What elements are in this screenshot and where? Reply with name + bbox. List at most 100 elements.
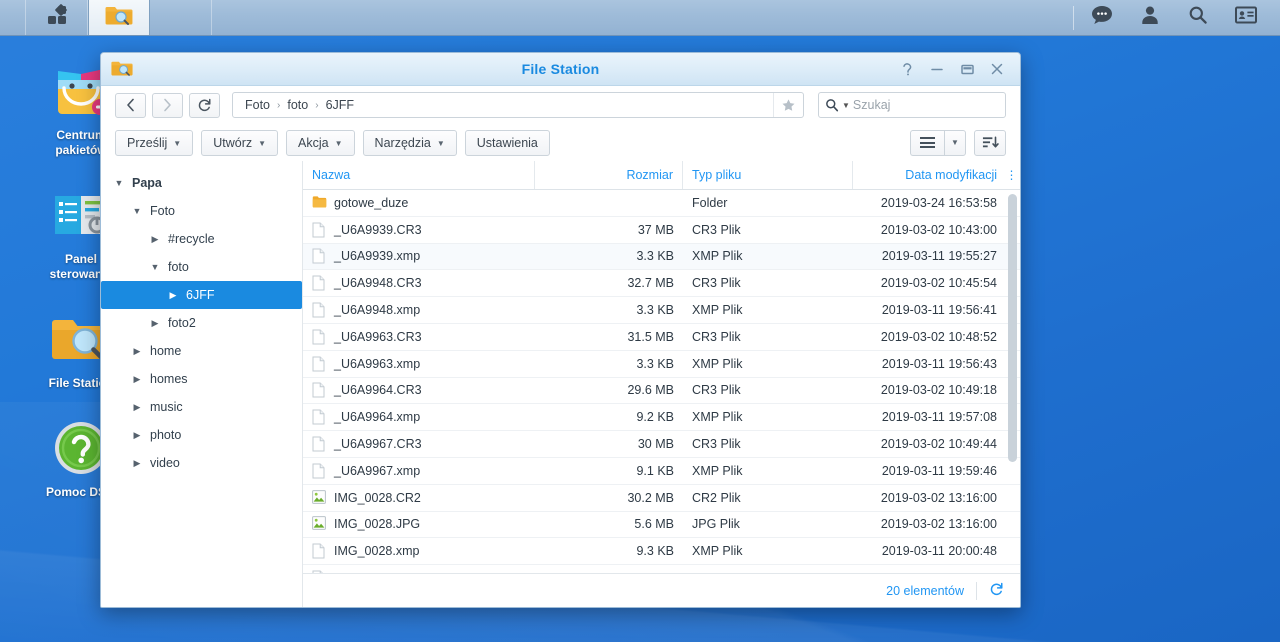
column-header-name[interactable]: Nazwa xyxy=(303,161,535,189)
file-date-cell: 2019-03-02 10:49:18 xyxy=(880,383,997,398)
vertical-scrollbar[interactable] xyxy=(1008,192,1017,571)
help-button[interactable] xyxy=(892,56,922,82)
chevron-right-icon[interactable]: ▶ xyxy=(129,402,145,413)
breadcrumb-segment-foto[interactable]: Foto xyxy=(245,98,270,112)
table-row[interactable]: _U6A9948.CR3 32.7 MB CR3 Plik 2019-03-02 10… xyxy=(303,270,1020,298)
sidebar-item-label: Papa xyxy=(132,176,162,190)
chevron-right-icon[interactable]: ▶ xyxy=(129,430,145,441)
chevron-right-icon[interactable]: ▶ xyxy=(129,374,145,385)
chevron-down-icon[interactable]: ▼ xyxy=(147,262,163,272)
list-view-button[interactable] xyxy=(910,129,944,156)
chevron-right-icon[interactable]: ▶ xyxy=(147,318,163,329)
sidebar-item-homes[interactable]: ▶ homes xyxy=(101,365,302,393)
table-row[interactable]: gotowe_duze Folder 2019-03-24 16:53:58 xyxy=(303,190,1020,217)
account-button[interactable] xyxy=(1126,0,1174,35)
window-title: File Station xyxy=(521,61,600,77)
minimize-button[interactable] xyxy=(922,56,952,82)
main-menu-button[interactable] xyxy=(26,0,88,35)
chevron-right-icon[interactable]: ▶ xyxy=(147,234,163,245)
breadcrumb-segment-foto[interactable]: foto xyxy=(287,98,308,112)
sort-button[interactable] xyxy=(974,129,1006,156)
search-input[interactable]: ▼ Szukaj xyxy=(818,92,1006,118)
toolbar-button-ustawienia[interactable]: Ustawienia xyxy=(464,129,550,156)
sidebar-item--recycle[interactable]: ▶ #recycle xyxy=(101,225,302,253)
file-date-cell: 2019-03-02 13:16:00 xyxy=(880,517,997,532)
status-refresh-button[interactable] xyxy=(989,582,1004,600)
sidebar-item-photo[interactable]: ▶ photo xyxy=(101,421,302,449)
file-name-cell: _U6A9964.CR3 xyxy=(303,382,535,398)
document-icon xyxy=(312,302,327,318)
table-row[interactable]: _U6A9964.xmp 9.2 KB XMP Plik 2019-03-11 19:… xyxy=(303,404,1020,432)
table-row[interactable] xyxy=(303,565,1020,573)
path-breadcrumb-bar[interactable]: Foto › foto › 6JFF xyxy=(232,92,804,118)
widgets-button[interactable] xyxy=(1222,0,1270,35)
favorite-star-button[interactable] xyxy=(773,93,803,117)
file-type-cell: CR3 Plik xyxy=(692,276,741,291)
table-row[interactable]: _U6A9963.CR3 31.5 MB CR3 Plik 2019-03-02 10… xyxy=(303,324,1020,351)
toolbar-button-label: Akcja xyxy=(298,135,329,150)
sidebar-item-label: homes xyxy=(150,372,188,386)
breadcrumb-separator: › xyxy=(277,99,281,111)
search-scope-caret-icon[interactable]: ▼ xyxy=(842,101,850,110)
item-count-label: 20 elementów xyxy=(886,583,964,598)
sidebar-item-foto[interactable]: ▼ foto xyxy=(101,253,302,281)
sidebar-item-papa[interactable]: ▼ Papa xyxy=(101,169,302,197)
maximize-button[interactable] xyxy=(952,56,982,82)
chevron-right-icon[interactable]: ▶ xyxy=(129,458,145,469)
file-size-cell: 3.3 KB xyxy=(636,249,674,264)
table-row[interactable]: _U6A9964.CR3 29.6 MB CR3 Plik 2019-03-02 10… xyxy=(303,378,1020,405)
table-row[interactable]: _U6A9967.CR3 30 MB CR3 Plik 2019-03-02 10:4… xyxy=(303,431,1020,458)
table-row[interactable]: _U6A9939.CR3 37 MB CR3 Plik 2019-03-02 10:4… xyxy=(303,217,1020,244)
table-row[interactable]: IMG_0028.JPG 5.6 MB JPG Plik 2019-03-02 13:… xyxy=(303,512,1020,539)
list-view-icon xyxy=(920,137,935,148)
taskbar-spacer xyxy=(212,0,1073,35)
table-row[interactable]: IMG_0028.xmp 9.3 KB XMP Plik 2019-03-11 20:… xyxy=(303,538,1020,566)
file-name-cell: _U6A9964.xmp xyxy=(303,409,535,425)
view-mode-dropdown-button[interactable]: ▼ xyxy=(944,129,966,156)
file-type-cell: JPG Plik xyxy=(692,517,740,532)
document-icon xyxy=(312,463,327,479)
back-button[interactable] xyxy=(115,92,146,118)
chevron-down-icon[interactable]: ▼ xyxy=(111,178,127,188)
file-list-header: Nazwa Rozmiar Typ pliku Data modyfikacji… xyxy=(303,161,1020,190)
sidebar-item-home[interactable]: ▶ home xyxy=(101,337,302,365)
scrollbar-thumb[interactable] xyxy=(1008,194,1017,462)
toolbar-button-narz-dzia[interactable]: Narzędzia ▼ xyxy=(362,129,457,156)
file-name-cell: _U6A9967.CR3 xyxy=(303,436,535,452)
window-body: ▼ Papa ▼ Foto ▶ #recycle ▼ foto ▶ 6JFF ▶ foto2 ▶ home… xyxy=(101,161,1020,607)
document-icon xyxy=(312,382,327,398)
more-vertical-icon[interactable]: ⋮ xyxy=(1003,161,1020,189)
toolbar-button-akcja[interactable]: Akcja ▼ xyxy=(286,129,355,156)
column-header-type[interactable]: Typ pliku xyxy=(683,161,853,189)
status-bar: 20 elementów xyxy=(303,573,1020,607)
breadcrumb-segment-6jff[interactable]: 6JFF xyxy=(326,98,354,112)
sidebar-item-foto[interactable]: ▼ Foto xyxy=(101,197,302,225)
close-button[interactable] xyxy=(982,56,1012,82)
window-titlebar[interactable]: File Station xyxy=(101,53,1020,86)
toolbar-button-prze-lij[interactable]: Prześlij ▼ xyxy=(115,129,194,156)
table-row[interactable]: _U6A9963.xmp 3.3 KB XMP Plik 2019-03-11 19:… xyxy=(303,351,1020,378)
forward-button[interactable] xyxy=(152,92,183,118)
sidebar-item-6jff[interactable]: ▶ 6JFF xyxy=(101,281,302,309)
refresh-button[interactable] xyxy=(189,92,220,118)
table-row[interactable]: IMG_0028.CR2 30.2 MB CR2 Plik 2019-03-02 13… xyxy=(303,485,1020,512)
table-row[interactable]: _U6A9948.xmp 3.3 KB XMP Plik 2019-03-11 19:… xyxy=(303,297,1020,324)
file-name-label: IMG_0028.JPG xyxy=(334,517,421,532)
toolbar-button-utw-rz[interactable]: Utwórz ▼ xyxy=(201,129,279,156)
file-date-cell: 2019-03-02 10:48:52 xyxy=(880,329,997,344)
table-row[interactable]: _U6A9967.xmp 9.1 KB XMP Plik 2019-03-11 19:… xyxy=(303,458,1020,485)
table-row[interactable]: _U6A9939.xmp 3.3 KB XMP Plik 2019-03-11 19:… xyxy=(303,243,1020,271)
chevron-down-icon[interactable]: ▼ xyxy=(129,206,145,216)
file-type-cell: Folder xyxy=(692,195,728,210)
column-header-size[interactable]: Rozmiar xyxy=(535,161,683,189)
taskbar-item-file-station[interactable] xyxy=(88,0,150,35)
sidebar-item-video[interactable]: ▶ video xyxy=(101,449,302,477)
notifications-button[interactable] xyxy=(1078,0,1126,35)
sidebar-item-foto2[interactable]: ▶ foto2 xyxy=(101,309,302,337)
chevron-down-icon: ▼ xyxy=(173,139,182,148)
sidebar-item-music[interactable]: ▶ music xyxy=(101,393,302,421)
search-button[interactable] xyxy=(1174,0,1222,35)
column-header-date[interactable]: Data modyfikacji xyxy=(853,161,1003,189)
chevron-right-icon[interactable]: ▶ xyxy=(129,346,145,357)
chevron-right-icon[interactable]: ▶ xyxy=(165,290,181,301)
